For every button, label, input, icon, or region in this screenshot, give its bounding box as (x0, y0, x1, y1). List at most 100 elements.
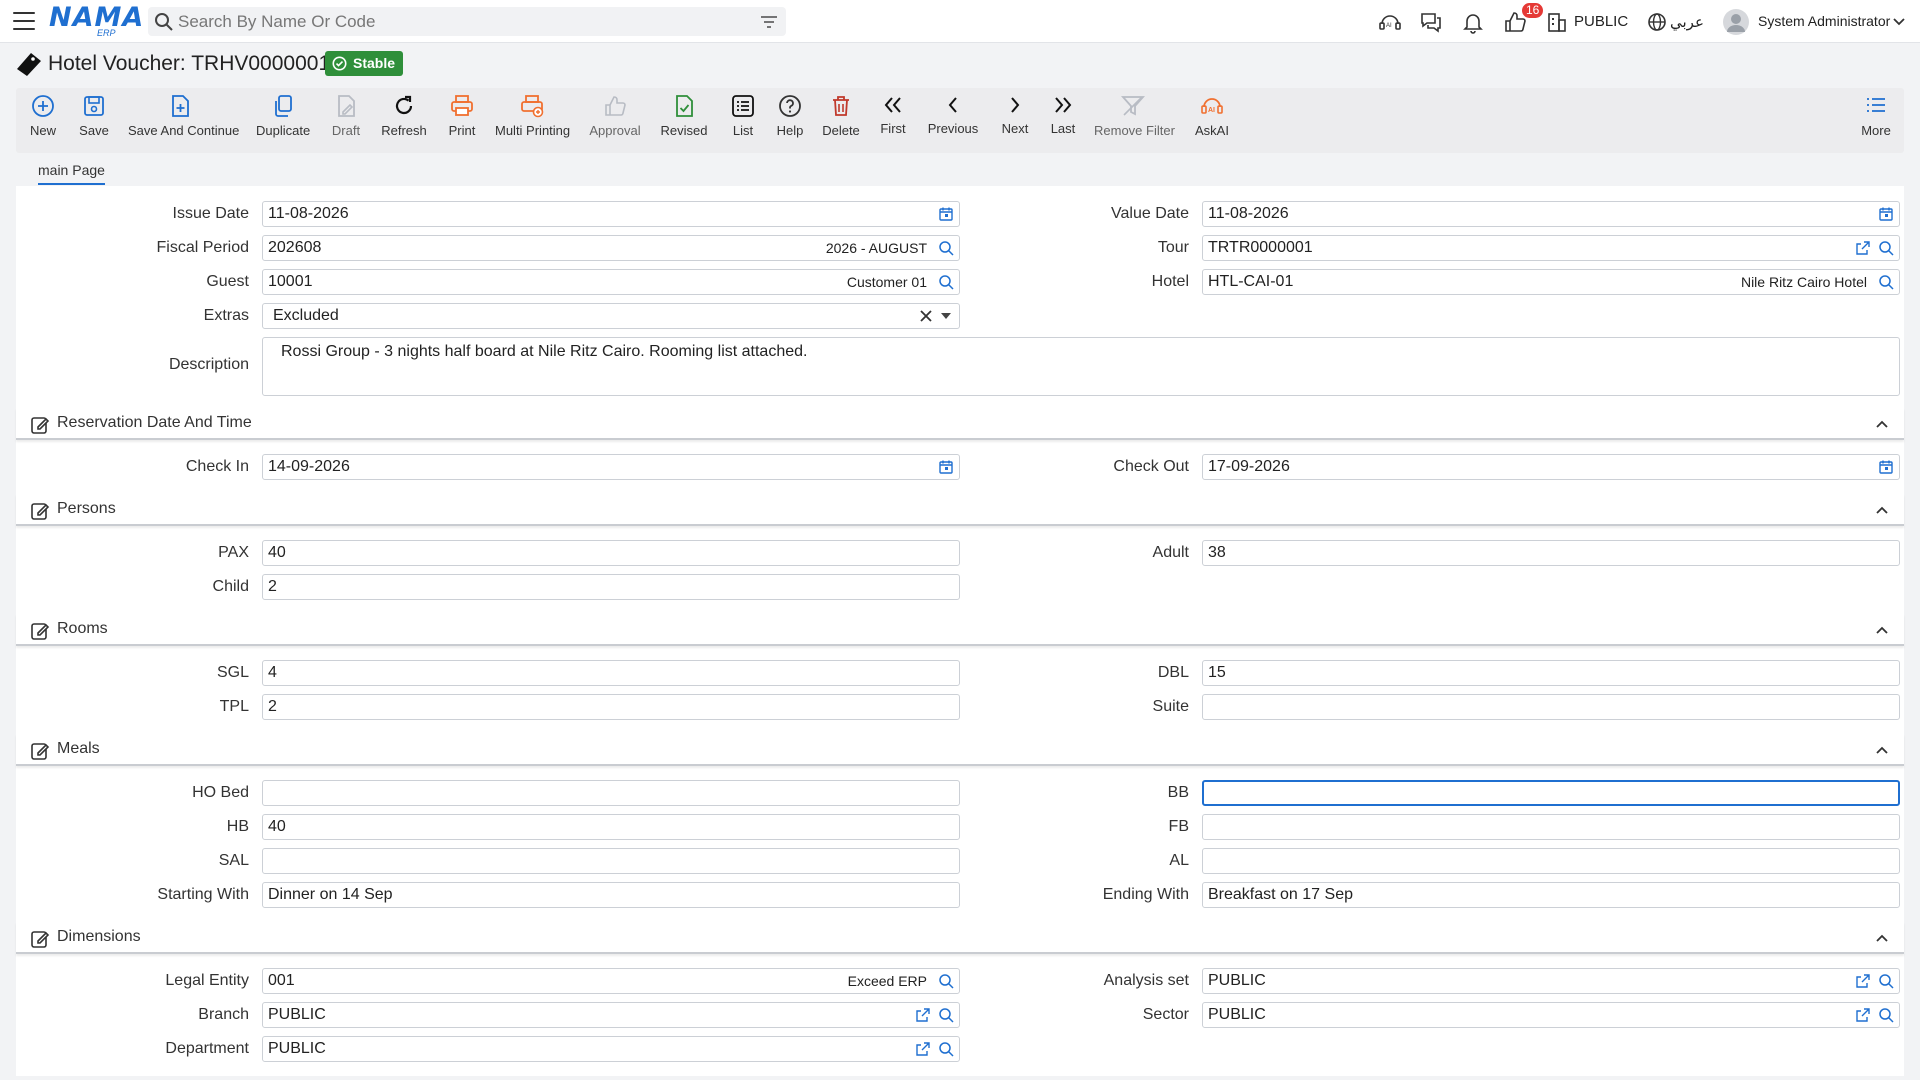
fiscal-period-input[interactable]: 202608 2026 - AUGUST (262, 235, 960, 261)
lookup-search-icon[interactable] (1878, 1007, 1894, 1023)
list-button[interactable]: List (726, 93, 760, 149)
extras-select[interactable]: Excluded (262, 303, 960, 329)
duplicate-button[interactable]: Duplicate (256, 93, 310, 149)
lookup-search-icon[interactable] (938, 1007, 954, 1023)
suite-input[interactable] (1202, 694, 1900, 720)
hotel-input[interactable]: HTL-CAI-01 Nile Ritz Cairo Hotel (1202, 269, 1900, 295)
chat-icon[interactable] (1419, 10, 1443, 34)
check-in-input[interactable]: 14-09-2026 (262, 454, 960, 480)
section-persons-header[interactable]: Persons (16, 494, 1904, 526)
chevron-up-icon[interactable] (1874, 416, 1890, 432)
save-button[interactable]: Save (77, 93, 111, 149)
calendar-icon[interactable] (1878, 206, 1894, 222)
building-icon[interactable] (1545, 10, 1569, 34)
lookup-search-icon[interactable] (1878, 973, 1894, 989)
tpl-input[interactable]: 2 (262, 694, 960, 720)
lookup-search-icon[interactable] (938, 240, 954, 256)
language-toggle[interactable]: عربي (1670, 13, 1704, 31)
legal-entity-input[interactable]: 001 Exceed ERP (262, 968, 960, 994)
first-button[interactable]: First (876, 93, 910, 149)
sal-input[interactable] (262, 848, 960, 874)
lookup-search-icon[interactable] (1878, 274, 1894, 290)
sgl-input[interactable]: 4 (262, 660, 960, 686)
section-meals-header[interactable]: Meals (16, 734, 1904, 766)
lookup-search-icon[interactable] (938, 973, 954, 989)
lookup-search-icon[interactable] (938, 274, 954, 290)
fb-input[interactable] (1202, 814, 1900, 840)
ai-assistant-icon[interactable]: AI (1378, 10, 1402, 34)
logo[interactable]: NAMA ERP (49, 4, 143, 39)
save-and-continue-button[interactable]: Save And Continue (128, 93, 239, 149)
external-link-icon[interactable] (915, 1007, 931, 1023)
lookup-search-icon[interactable] (1878, 240, 1894, 256)
revised-button[interactable]: Revised (660, 93, 708, 149)
section-rooms-header[interactable]: Rooms (16, 614, 1904, 646)
new-button[interactable]: New (26, 93, 60, 149)
more-button[interactable]: More (1858, 93, 1894, 149)
calendar-icon[interactable] (938, 206, 954, 222)
clear-icon[interactable] (919, 309, 933, 323)
avatar[interactable] (1722, 8, 1750, 36)
multi-printing-button[interactable]: Multi Printing (495, 93, 570, 149)
guest-input[interactable]: 10001 Customer 01 (262, 269, 960, 295)
bell-icon[interactable] (1461, 10, 1485, 34)
chevron-up-icon[interactable] (1874, 502, 1890, 518)
issue-date-input[interactable]: 11-08-2026 (262, 201, 960, 227)
print-button[interactable]: Print (445, 93, 479, 149)
chevron-up-icon[interactable] (1874, 930, 1890, 946)
analysis-set-input[interactable]: PUBLIC (1202, 968, 1900, 994)
previous-button[interactable]: Previous (927, 93, 979, 149)
hb-input[interactable]: 40 (262, 814, 960, 840)
branch-input[interactable]: PUBLIC (262, 1002, 960, 1028)
pax-input[interactable]: 40 (262, 540, 960, 566)
tour-input[interactable]: TRTR0000001 (1202, 235, 1900, 261)
external-link-icon[interactable] (1855, 973, 1871, 989)
al-input[interactable] (1202, 848, 1900, 874)
analysis-set-label[interactable]: PUBLIC (1574, 13, 1628, 30)
next-button[interactable]: Next (998, 93, 1032, 149)
adult-input[interactable]: 38 (1202, 540, 1900, 566)
chevron-down-icon[interactable] (940, 311, 952, 321)
section-dimensions-header[interactable]: Dimensions (16, 922, 1904, 954)
sector-input[interactable]: PUBLIC (1202, 1002, 1900, 1028)
last-button[interactable]: Last (1046, 93, 1080, 149)
draft-button[interactable]: Draft (329, 93, 363, 149)
askai-icon: AI (1201, 98, 1223, 114)
dbl-input[interactable]: 15 (1202, 660, 1900, 686)
lookup-search-icon[interactable] (938, 1041, 954, 1057)
ho-bed-input[interactable] (262, 780, 960, 806)
department-input[interactable]: PUBLIC (262, 1036, 960, 1062)
value-date-input[interactable]: 11-08-2026 (1202, 201, 1900, 227)
check-out-input[interactable]: 17-09-2026 (1202, 454, 1900, 480)
menu-icon[interactable] (13, 12, 35, 30)
filter-icon[interactable] (760, 13, 778, 31)
calendar-icon[interactable] (938, 459, 954, 475)
user-name[interactable]: System Administrator (1758, 13, 1890, 29)
remove-filter-button[interactable]: Remove Filter (1094, 93, 1175, 149)
svg-text:AI: AI (1208, 107, 1215, 114)
askai-button[interactable]: AI AskAI (1192, 93, 1232, 149)
calendar-icon[interactable] (1878, 459, 1894, 475)
section-reservation-header[interactable]: Reservation Date And Time (16, 408, 1904, 440)
description-textarea[interactable]: Rossi Group - 3 nights half board at Nil… (262, 337, 1900, 396)
globe-icon[interactable] (1645, 10, 1669, 34)
delete-button[interactable]: Delete (822, 93, 860, 149)
search-input[interactable] (178, 10, 738, 33)
chevron-up-icon[interactable] (1874, 742, 1890, 758)
approval-button[interactable]: Approval (588, 93, 642, 149)
copy-icon (275, 95, 292, 117)
value-date-label: Value Date (1111, 205, 1189, 222)
chevron-down-icon[interactable] (1892, 15, 1906, 29)
child-input[interactable]: 2 (262, 574, 960, 600)
refresh-button[interactable]: Refresh (379, 93, 429, 149)
help-button[interactable]: Help (773, 93, 807, 149)
external-link-icon[interactable] (915, 1041, 931, 1057)
external-link-icon[interactable] (1855, 240, 1871, 256)
chevron-up-icon[interactable] (1874, 622, 1890, 638)
tab-main-page[interactable]: main Page (38, 162, 105, 185)
bb-input[interactable] (1202, 780, 1900, 806)
starting-with-value: Dinner on 14 Sep (268, 886, 393, 903)
ending-with-input[interactable]: Breakfast on 17 Sep (1202, 882, 1900, 908)
starting-with-input[interactable]: Dinner on 14 Sep (262, 882, 960, 908)
external-link-icon[interactable] (1855, 1007, 1871, 1023)
